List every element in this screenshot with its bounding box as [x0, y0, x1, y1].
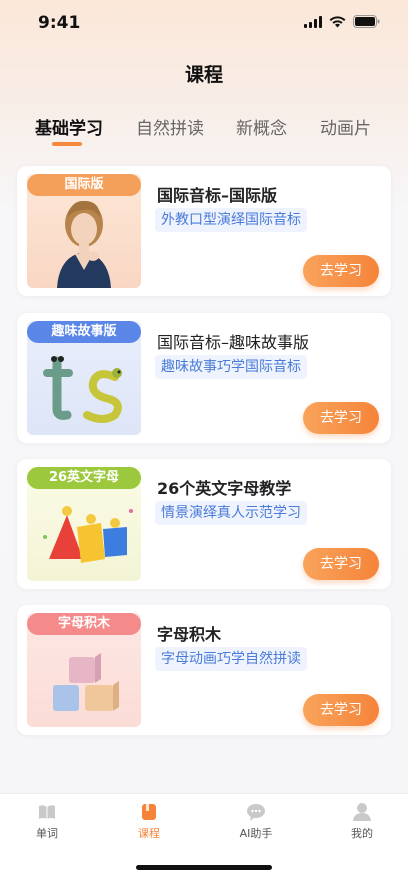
tab-new-concept[interactable]: 新概念: [236, 114, 287, 139]
course-title: 国际音标–国际版: [157, 186, 278, 205]
tabbar-item-profile[interactable]: 我的: [332, 802, 392, 841]
course-badge: 26英文字母: [27, 467, 141, 489]
tab-phonics[interactable]: 自然拼读: [136, 114, 204, 139]
category-tabs: 基础学习 自然拼读 新概念 动画片: [0, 114, 408, 150]
course-tag: 字母动画巧学自然拼读: [155, 647, 307, 671]
wifi-icon: [329, 15, 346, 27]
book-icon: [39, 805, 55, 819]
course-thumbnail: 26英文字母: [27, 467, 141, 581]
active-tab-indicator: [52, 142, 82, 146]
tabbar-label: 我的: [351, 827, 373, 840]
course-title: 国际音标–趣味故事版: [157, 333, 310, 352]
tabbar-label: 课程: [138, 827, 160, 840]
course-badge: 国际版: [27, 174, 141, 196]
course-thumbnail: 国际版: [27, 174, 141, 288]
course-badge: 趣味故事版: [27, 321, 141, 343]
course-tag: 趣味故事巧学国际音标: [155, 355, 307, 379]
start-learning-button[interactable]: 去学习: [303, 255, 379, 287]
tabbar-item-courses[interactable]: 课程: [119, 802, 179, 841]
course-thumbnail: 字母积木: [27, 613, 141, 727]
course-tag: 外教口型演绎国际音标: [155, 208, 307, 232]
tabbar-item-ai-assistant[interactable]: AI助手: [226, 802, 286, 841]
start-learning-button[interactable]: 去学习: [303, 694, 379, 726]
tab-basic[interactable]: 基础学习: [35, 114, 103, 139]
signal-icon: [304, 15, 322, 28]
course-badge: 字母积木: [27, 613, 141, 635]
home-indicator: [136, 865, 272, 870]
status-icons: [304, 15, 380, 28]
course-card[interactable]: 国际版 国际音标–国际版 外教口型演绎国际音标 去学习: [17, 166, 391, 296]
course-tag: 情景演绎真人示范学习: [155, 501, 307, 525]
tab-cartoon[interactable]: 动画片: [320, 114, 371, 139]
status-bar: 9:41: [0, 0, 408, 46]
profile-icon: [353, 803, 371, 821]
course-card[interactable]: 26英文字母 26个英文字母教学 情景演绎真人示范学习 去学习: [17, 459, 391, 589]
course-icon: [142, 804, 156, 820]
course-title: 26个英文字母教学: [157, 479, 292, 498]
course-thumbnail: 趣味故事版: [27, 321, 141, 435]
tabbar-label: 单词: [36, 827, 58, 840]
status-time: 9:41: [38, 13, 81, 33]
battery-icon: [353, 15, 380, 28]
tabbar-label: AI助手: [239, 827, 273, 840]
course-card[interactable]: 字母积木 字母积木 字母动画巧学自然拼读 去学习: [17, 605, 391, 735]
page-title: 课程: [184, 64, 223, 86]
tabbar-item-words[interactable]: 单词: [17, 802, 77, 841]
course-title: 字母积木: [157, 625, 222, 644]
start-learning-button[interactable]: 去学习: [303, 402, 379, 434]
start-learning-button[interactable]: 去学习: [303, 548, 379, 580]
chat-icon: [247, 804, 265, 821]
course-card[interactable]: 趣味故事版 国际音标–趣味故事版 趣味故事巧学国际音标 去学习: [17, 313, 391, 443]
